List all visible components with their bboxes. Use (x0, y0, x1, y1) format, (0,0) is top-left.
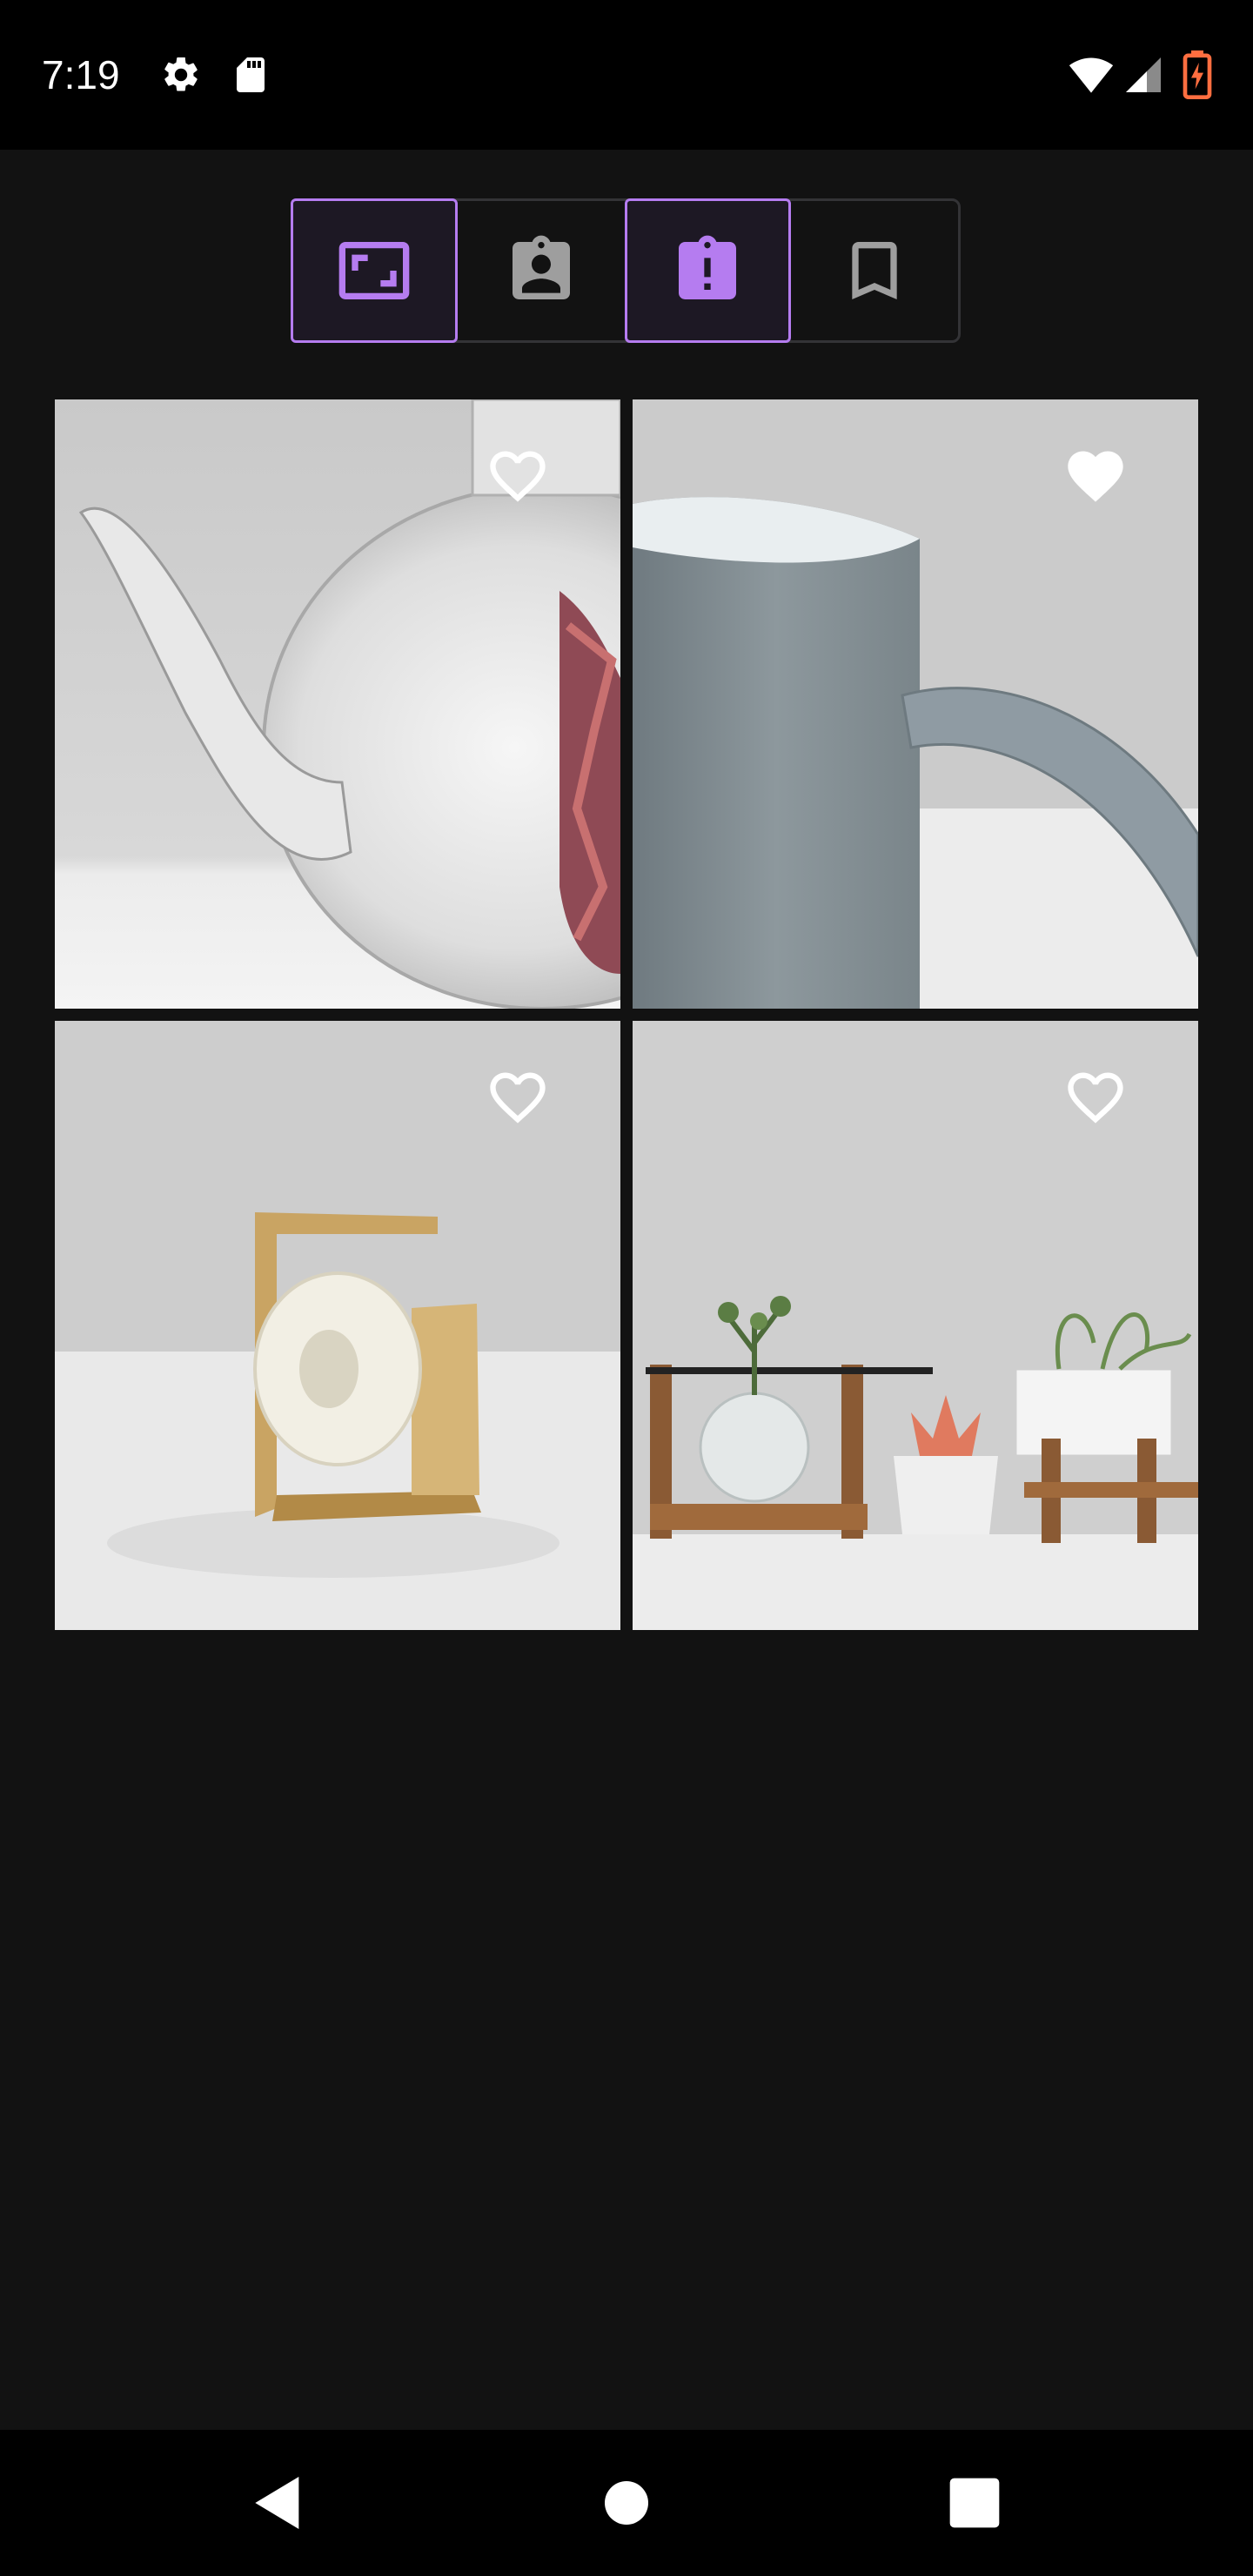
toggle-button-group (291, 198, 961, 343)
navigation-bar (0, 2430, 1253, 2576)
toggle-assignment-late-button[interactable] (624, 198, 792, 343)
sd-card-icon (230, 54, 271, 96)
grid-item-teapot[interactable] (55, 399, 620, 1009)
battery-charging-icon (1180, 50, 1215, 99)
home-icon[interactable] (592, 2468, 661, 2538)
assignment-late-icon (679, 235, 737, 299)
grid-item-tape-dispenser[interactable] (55, 1021, 620, 1630)
favorite-border-icon[interactable] (485, 1064, 551, 1130)
grid-item-mug[interactable] (633, 399, 1198, 1009)
assignment-ind-icon (512, 235, 570, 299)
wifi-icon (1067, 52, 1116, 97)
grid-item-plant-stands[interactable] (633, 1021, 1198, 1630)
status-bar: 7:19 (0, 0, 1253, 150)
toggle-assignment-ind-button[interactable] (458, 198, 625, 343)
favorite-border-icon[interactable] (485, 443, 551, 509)
aspect-ratio-icon (338, 242, 410, 299)
back-icon[interactable] (244, 2468, 313, 2538)
recents-icon[interactable] (940, 2468, 1009, 2538)
status-time: 7:19 (42, 52, 120, 97)
signal-icon (1122, 54, 1164, 96)
toggle-bookmark-button[interactable] (791, 198, 958, 343)
favorite-filled-icon[interactable] (1062, 443, 1129, 509)
toggle-aspect-ratio-button[interactable] (291, 198, 458, 343)
gear-icon (160, 54, 202, 96)
bookmark-border-icon (852, 242, 897, 299)
favorite-border-icon[interactable] (1062, 1064, 1129, 1130)
